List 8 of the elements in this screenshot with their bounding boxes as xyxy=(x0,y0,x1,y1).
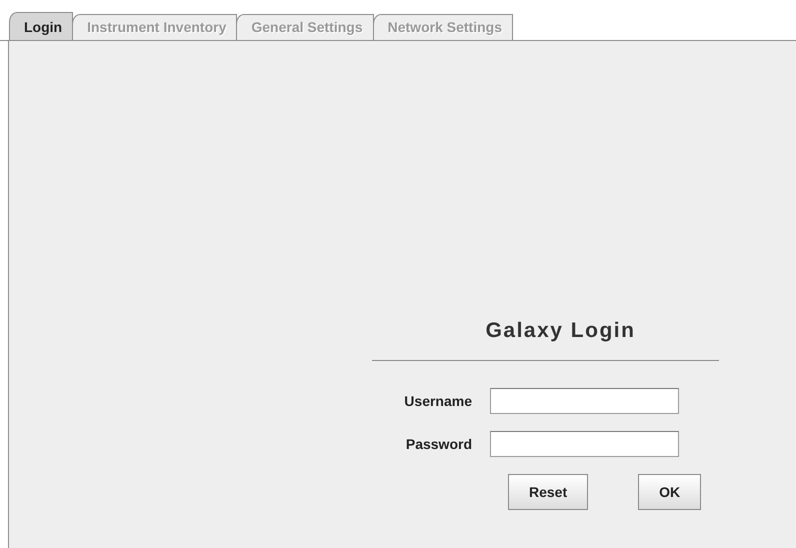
form-title: Galaxy Login xyxy=(484,318,636,344)
input-field[interactable] xyxy=(490,431,679,457)
tab[interactable]: Login xyxy=(9,12,74,40)
dialog-button[interactable]: OK xyxy=(638,474,702,510)
field-label: Username xyxy=(403,392,473,410)
input-field[interactable] xyxy=(490,388,679,414)
field-label: Password xyxy=(404,434,473,454)
dialog-button[interactable]: Reset xyxy=(508,474,588,510)
